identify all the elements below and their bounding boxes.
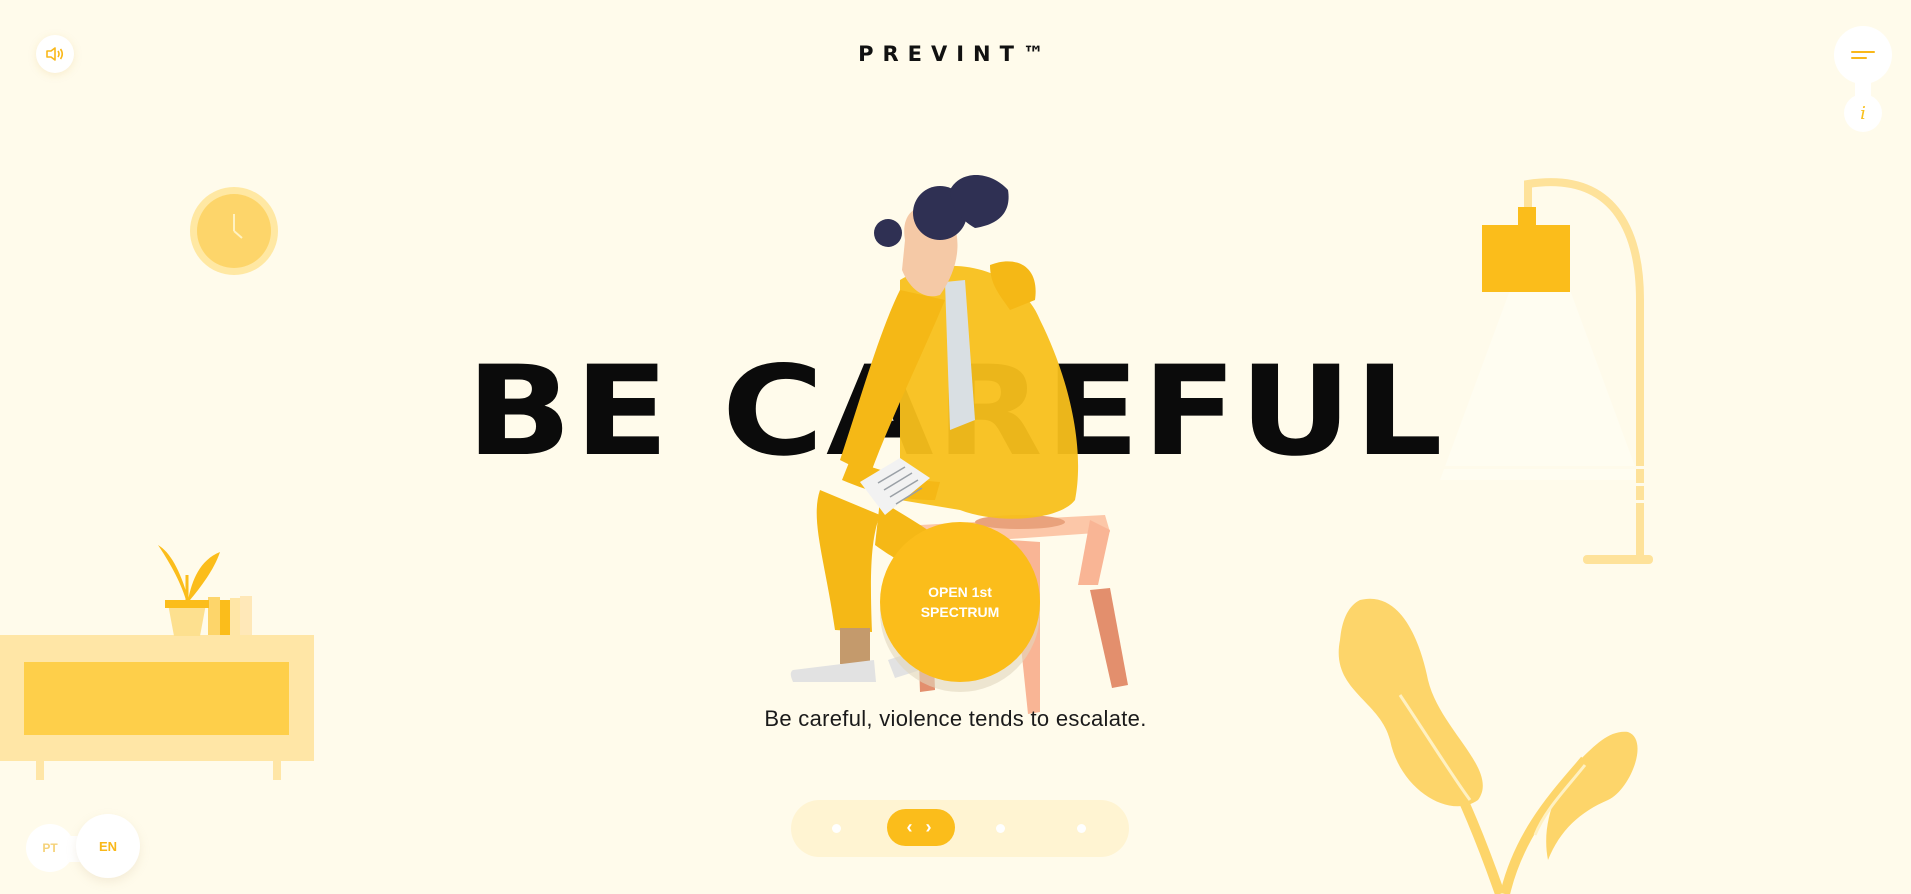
pager-dot-1[interactable] <box>832 824 841 833</box>
language-option-pt[interactable]: PT <box>26 824 74 872</box>
pager-active-step[interactable]: ‹ › <box>887 809 955 846</box>
brand-logo[interactable]: PREVINT™ <box>0 42 1911 66</box>
menu-button[interactable] <box>1834 26 1892 84</box>
language-en-label: EN <box>98 838 118 854</box>
hamburger-menu-icon <box>1851 51 1875 59</box>
hero-caption: Be careful, violence tends to escalate. <box>764 706 1147 731</box>
language-option-en[interactable]: EN <box>76 814 140 878</box>
sound-toggle-button[interactable] <box>36 35 74 73</box>
open-spectrum-label: OPEN 1st SPECTRUM <box>920 584 1000 620</box>
open-spectrum-button[interactable]: OPEN 1st SPECTRUM <box>880 522 1040 682</box>
language-pt-label: PT <box>42 841 58 855</box>
prev-next-arrows-icon: ‹ › <box>906 817 936 837</box>
speaker-icon <box>46 47 64 61</box>
pager-dot-3[interactable] <box>996 824 1005 833</box>
pager-dot-4[interactable] <box>1077 824 1086 833</box>
info-icon: i <box>1860 102 1866 124</box>
info-button[interactable]: i <box>1844 94 1882 132</box>
character-illustration <box>790 175 1128 714</box>
